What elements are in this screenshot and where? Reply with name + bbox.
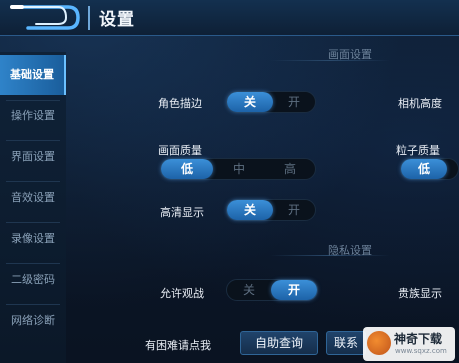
page-title: 设置 bbox=[99, 10, 135, 30]
top-bar: 设置 bbox=[0, 0, 459, 36]
quality-label: 画面质量 bbox=[158, 144, 202, 157]
watermark: 神奇下载 www.sqxz.com bbox=[363, 327, 455, 361]
quality-mid-option[interactable]: 中 bbox=[213, 159, 265, 179]
watermark-logo-icon bbox=[367, 331, 391, 355]
noble-display-label: 贵族显示 bbox=[398, 287, 442, 300]
spectate-toggle[interactable]: 关 开 bbox=[226, 279, 318, 301]
sidebar-item-controls[interactable]: 操作设置 bbox=[0, 96, 66, 136]
hd-label: 高清显示 bbox=[160, 206, 204, 219]
section-header-graphics: 画面设置 bbox=[328, 48, 372, 61]
quality-selector[interactable]: 低 中 高 bbox=[160, 158, 316, 180]
camera-height-label: 相机高度 bbox=[398, 97, 442, 110]
hd-off-option[interactable]: 关 bbox=[227, 200, 273, 220]
quality-high-option[interactable]: 高 bbox=[265, 159, 315, 179]
particle-label: 粒子质量 bbox=[396, 144, 440, 157]
background bbox=[0, 0, 459, 363]
sidebar-item-network[interactable]: 网络诊断 bbox=[0, 301, 66, 341]
spectate-on-option[interactable]: 开 bbox=[271, 280, 317, 300]
sidebar: 基础设置 操作设置 界面设置 音效设置 录像设置 二级密码 网络诊断 bbox=[0, 52, 66, 363]
contact-button[interactable]: 联系 bbox=[326, 331, 366, 355]
particle-selector[interactable]: 低 bbox=[400, 158, 459, 180]
hd-on-option[interactable]: 开 bbox=[273, 200, 315, 220]
watermark-name: 神奇下载 bbox=[394, 332, 443, 346]
outline-off-option[interactable]: 关 bbox=[227, 92, 273, 112]
sidebar-item-interface[interactable]: 界面设置 bbox=[0, 137, 66, 177]
outline-toggle[interactable]: 关 开 bbox=[226, 91, 316, 113]
title-separator bbox=[88, 6, 90, 30]
sidebar-item-basic[interactable]: 基础设置 bbox=[0, 55, 66, 95]
outline-on-option[interactable]: 开 bbox=[273, 92, 315, 112]
self-service-button[interactable]: 自助查询 bbox=[240, 331, 318, 355]
outline-label: 角色描边 bbox=[158, 97, 202, 110]
back-arrow-icon bbox=[10, 5, 80, 30]
sidebar-item-password[interactable]: 二级密码 bbox=[0, 260, 66, 300]
sidebar-item-sound[interactable]: 音效设置 bbox=[0, 178, 66, 218]
sidebar-item-replay[interactable]: 录像设置 bbox=[0, 219, 66, 259]
watermark-url: www.sqxz.com bbox=[395, 347, 447, 355]
spectate-off-option[interactable]: 关 bbox=[227, 280, 271, 300]
spectate-label: 允许观战 bbox=[160, 287, 204, 300]
particle-low-option[interactable]: 低 bbox=[401, 159, 447, 179]
help-label: 有困难请点我 bbox=[145, 339, 211, 352]
hd-toggle[interactable]: 关 开 bbox=[226, 199, 316, 221]
back-button[interactable] bbox=[8, 4, 82, 31]
section-header-privacy: 隐私设置 bbox=[328, 244, 372, 257]
quality-low-option[interactable]: 低 bbox=[161, 159, 213, 179]
